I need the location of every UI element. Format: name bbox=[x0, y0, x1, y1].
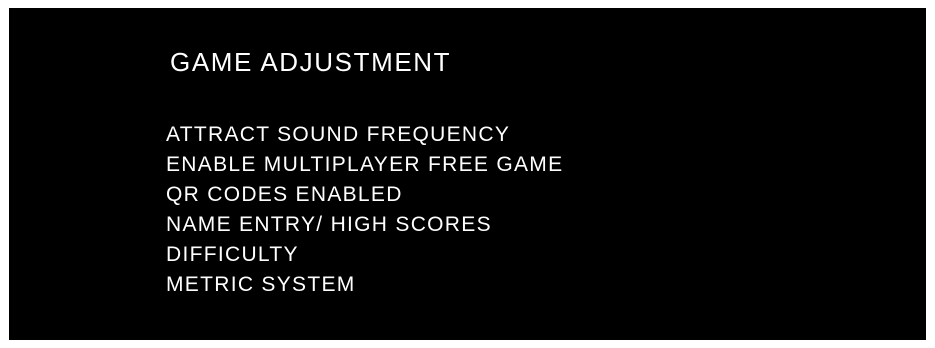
menu-item-attract-sound-frequency[interactable]: ATTRACT SOUND FREQUENCY bbox=[166, 120, 563, 150]
menu-item-difficulty[interactable]: DIFFICULTY bbox=[166, 240, 563, 270]
game-adjustment-screen: GAME ADJUSTMENT ATTRACT SOUND FREQUENCY … bbox=[9, 8, 926, 340]
menu-list: ATTRACT SOUND FREQUENCY ENABLE MULTIPLAY… bbox=[166, 120, 563, 300]
menu-item-name-entry-high-scores[interactable]: NAME ENTRY/ HIGH SCORES bbox=[166, 210, 563, 240]
menu-item-metric-system[interactable]: METRIC SYSTEM bbox=[166, 270, 563, 300]
menu-item-enable-multiplayer-free-game[interactable]: ENABLE MULTIPLAYER FREE GAME bbox=[166, 150, 563, 180]
menu-item-qr-codes-enabled[interactable]: QR CODES ENABLED bbox=[166, 180, 563, 210]
menu-title: GAME ADJUSTMENT bbox=[170, 47, 452, 77]
